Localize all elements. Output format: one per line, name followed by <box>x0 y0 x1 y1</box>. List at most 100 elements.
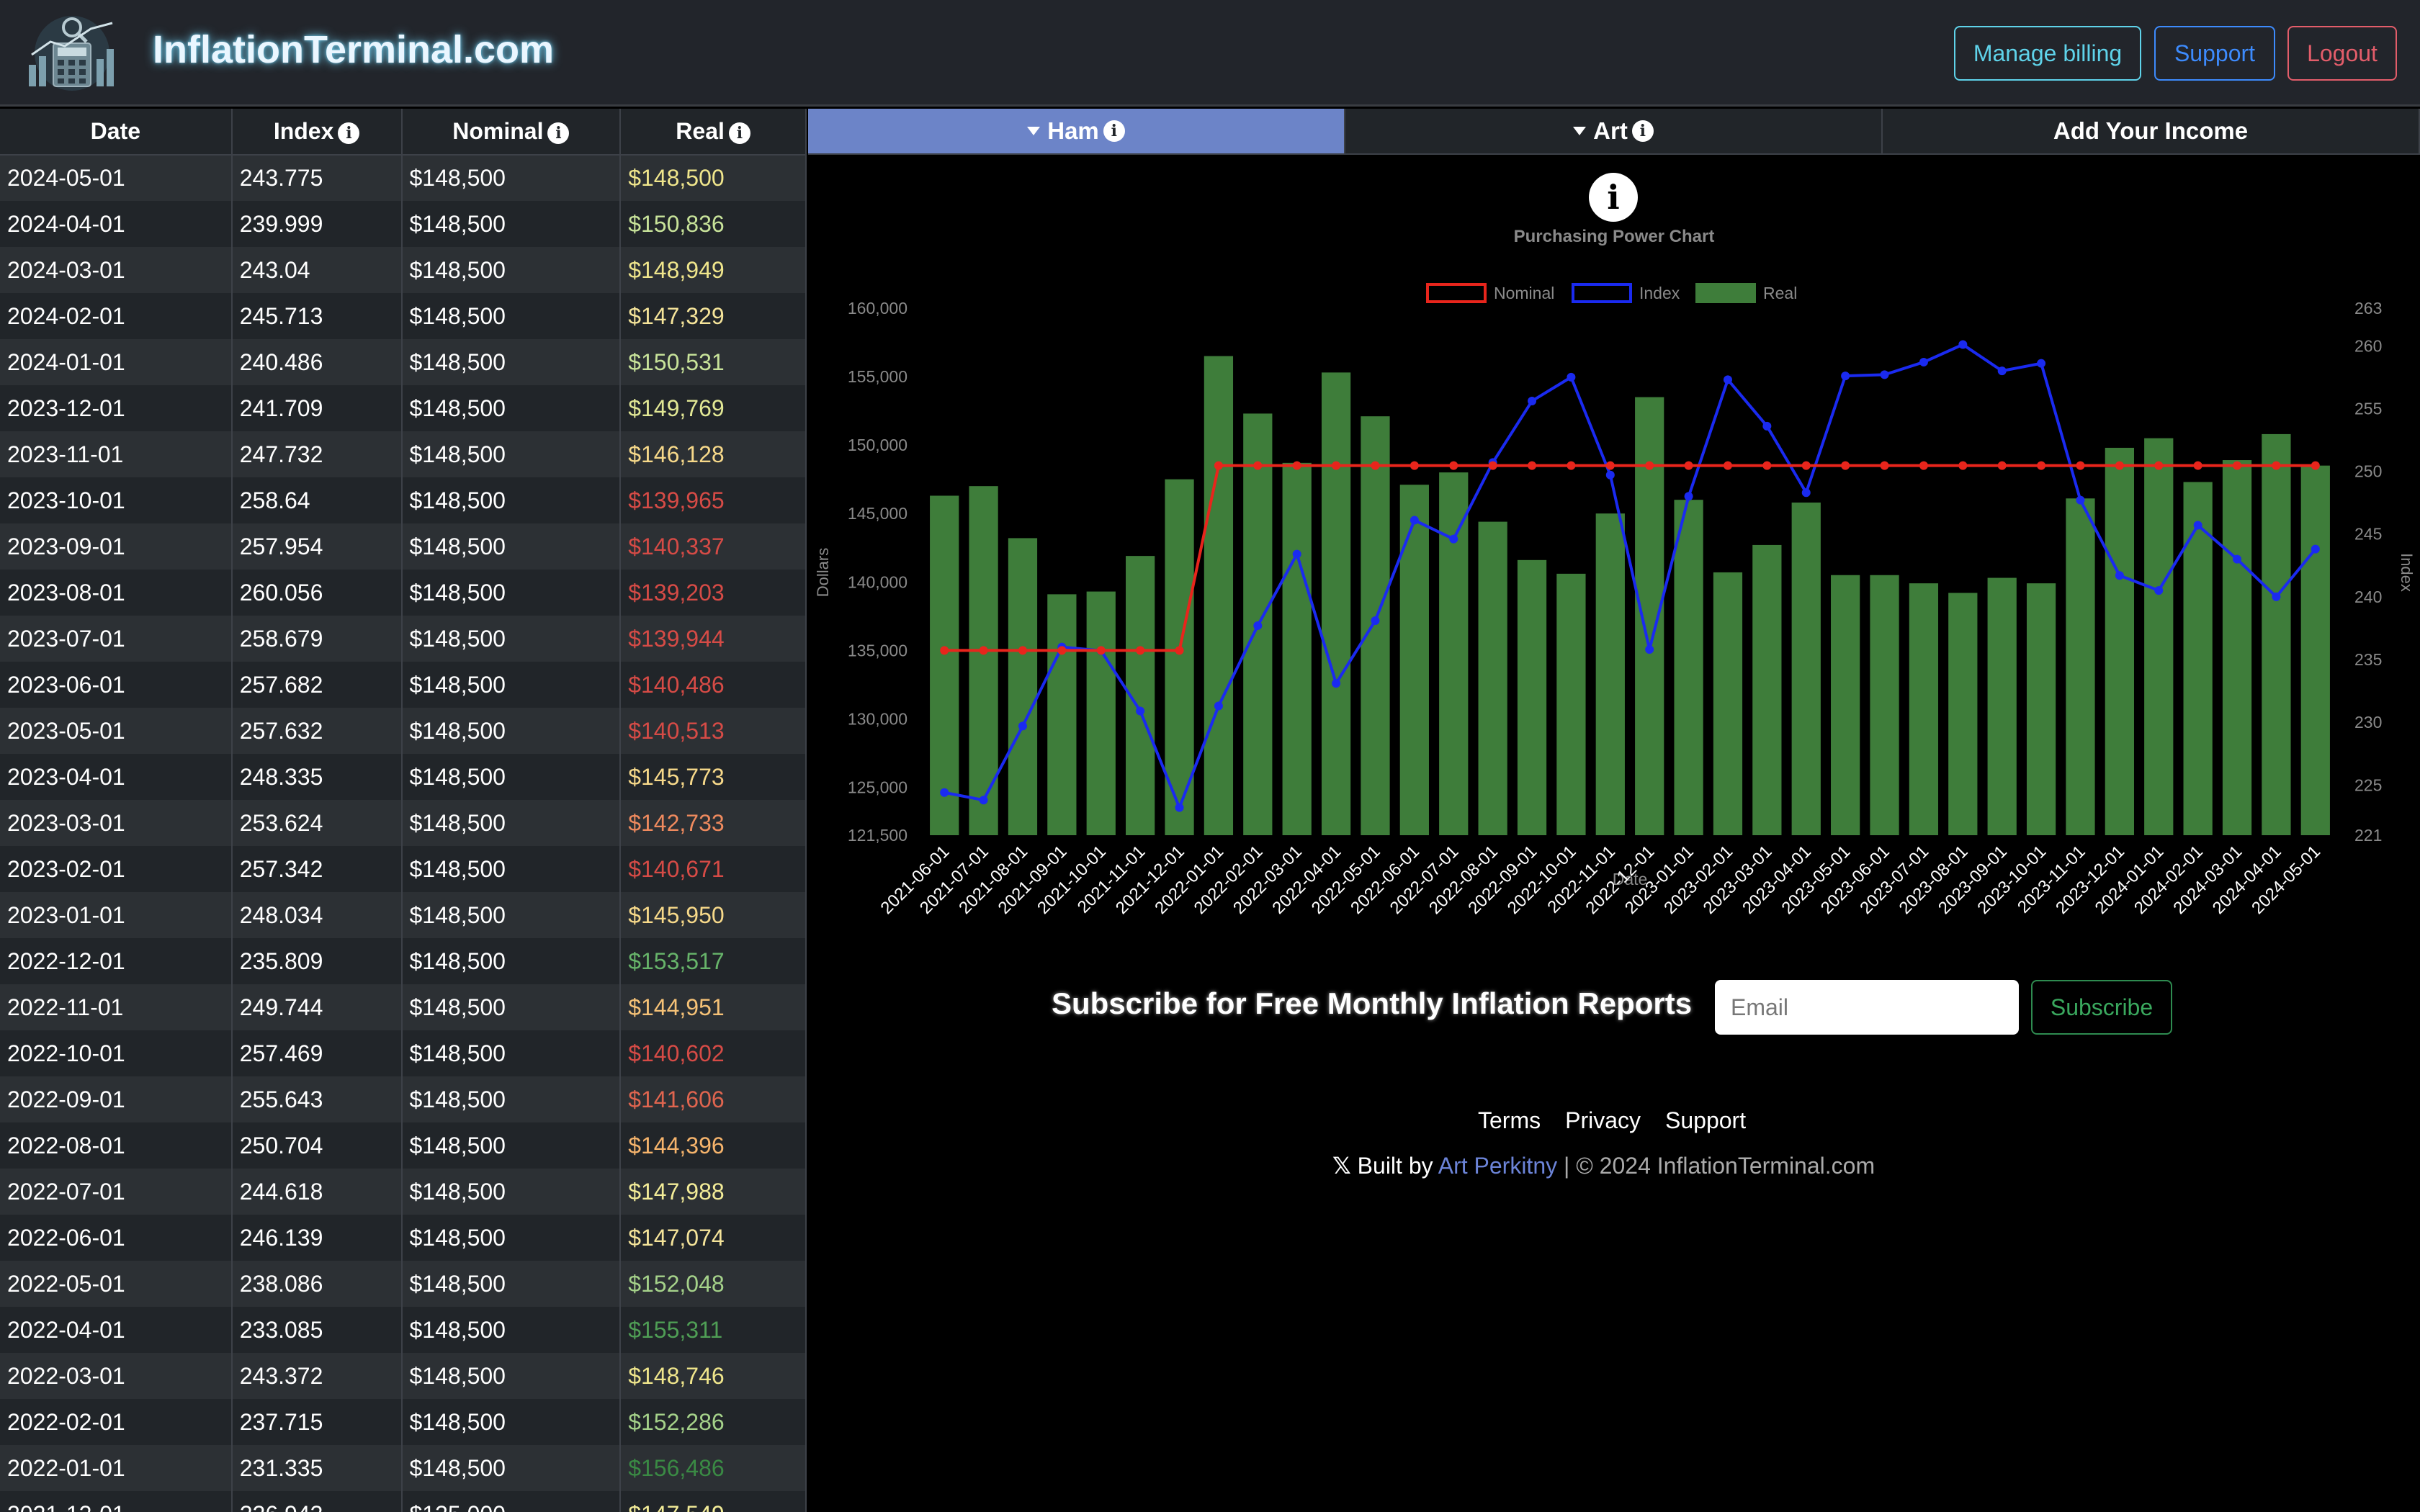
table-row[interactable]: 2022-02-01 237.715 $148,500 $152,286 <box>0 1399 807 1445</box>
email-input[interactable] <box>1715 980 2019 1035</box>
table-row[interactable]: 2023-07-01 258.679 $148,500 $139,944 <box>0 616 807 662</box>
cell-index: 249.744 <box>231 984 403 1030</box>
calculator-logo-icon[interactable] <box>22 14 122 92</box>
cell-date: 2024-02-01 <box>0 293 233 339</box>
cell-date: 2022-05-01 <box>0 1261 233 1307</box>
table-row[interactable]: 2023-01-01 248.034 $148,500 $145,950 <box>0 892 807 938</box>
table-row[interactable]: 2023-05-01 257.632 $148,500 $140,513 <box>0 708 807 754</box>
table-row[interactable]: 2023-02-01 257.342 $148,500 $140,671 <box>0 846 807 892</box>
table-row[interactable]: 2022-10-01 257.469 $148,500 $140,602 <box>0 1030 807 1076</box>
cell-index: 244.618 <box>231 1169 403 1215</box>
cell-nominal: $135,000 <box>401 1491 622 1512</box>
info-icon[interactable]: i <box>1103 120 1125 142</box>
logout-button[interactable]: Logout <box>2287 26 2397 81</box>
caret-down-icon <box>1027 127 1041 135</box>
cell-date: 2022-03-01 <box>0 1353 233 1399</box>
table-row[interactable]: 2022-01-01 231.335 $148,500 $156,486 <box>0 1445 807 1491</box>
cell-nominal: $148,500 <box>401 1122 622 1169</box>
header-real-label: Real <box>676 118 725 144</box>
tab-add-your-income[interactable]: Add Your Income <box>1883 109 2420 155</box>
cell-nominal: $148,500 <box>401 984 622 1030</box>
table-row[interactable]: 2023-10-01 258.64 $148,500 $139,965 <box>0 477 807 523</box>
cell-date: 2024-05-01 <box>0 155 233 201</box>
bar-real <box>2144 438 2174 835</box>
index-point <box>1136 706 1145 716</box>
support-button[interactable]: Support <box>2154 26 2275 81</box>
manage-billing-button[interactable]: Manage billing <box>1954 26 2141 81</box>
nominal-point <box>1919 461 1928 470</box>
footer-link-support[interactable]: Support <box>1665 1107 1746 1134</box>
cell-real: $152,048 <box>620 1261 807 1307</box>
table-row[interactable]: 2022-03-01 243.372 $148,500 $148,746 <box>0 1353 807 1399</box>
bar-real <box>2066 498 2095 835</box>
cell-nominal: $148,500 <box>401 477 622 523</box>
table-row[interactable]: 2024-01-01 240.486 $148,500 $150,531 <box>0 339 807 385</box>
footer-link-terms[interactable]: Terms <box>1478 1107 1541 1134</box>
nominal-point <box>1605 461 1615 470</box>
table-row[interactable]: 2022-09-01 255.643 $148,500 $141,606 <box>0 1076 807 1122</box>
table-row[interactable]: 2024-05-01 243.775 $148,500 $148,500 <box>0 155 807 201</box>
cell-nominal: $148,500 <box>401 293 622 339</box>
bar-real <box>2262 433 2291 835</box>
table-row[interactable]: 2023-08-01 260.056 $148,500 $139,203 <box>0 570 807 616</box>
bar-real <box>1361 416 1390 835</box>
info-icon[interactable]: i <box>728 122 750 144</box>
cell-index: 257.682 <box>231 662 403 708</box>
header-nominal-label: Nominal <box>452 118 544 144</box>
index-point <box>1528 396 1537 405</box>
x-logo-icon[interactable]: 𝕏 <box>1332 1153 1351 1179</box>
table-row[interactable]: 2023-03-01 253.624 $148,500 $142,733 <box>0 800 807 846</box>
table-row[interactable]: 2022-08-01 250.704 $148,500 $144,396 <box>0 1122 807 1169</box>
table-row[interactable]: 2023-06-01 257.682 $148,500 $140,486 <box>0 662 807 708</box>
header-real[interactable]: Real i <box>620 109 807 156</box>
info-icon[interactable]: i <box>547 122 570 144</box>
info-icon[interactable]: i <box>338 122 360 144</box>
table-row[interactable]: 2024-04-01 239.999 $148,500 $150,836 <box>0 201 807 247</box>
site-title[interactable]: InflationTerminal.com <box>153 27 554 72</box>
tab-ham[interactable]: Ham i <box>808 109 1345 155</box>
chart-canvas[interactable]: Nominal Index Real 160,000 155,000 150,000 145… <box>808 155 2420 947</box>
subscribe-button[interactable]: Subscribe <box>2031 980 2172 1035</box>
nominal-point <box>1057 646 1067 655</box>
table-row[interactable]: 2022-05-01 238.086 $148,500 $152,048 <box>0 1261 807 1307</box>
inflation-table-container[interactable]: Date Index i Nominal i Real i 2024-05-01 243… <box>0 109 807 1512</box>
cell-index: 235.809 <box>231 938 403 984</box>
table-row[interactable]: 2023-04-01 248.335 $148,500 $145,773 <box>0 754 807 800</box>
cell-nominal: $148,500 <box>401 339 622 385</box>
table-row[interactable]: 2024-03-01 243.04 $148,500 $148,949 <box>0 247 807 293</box>
y-tick-label: 145,000 <box>848 504 908 523</box>
cell-date: 2022-11-01 <box>0 984 233 1030</box>
table-row[interactable]: 2022-12-01 235.809 $148,500 $153,517 <box>0 938 807 984</box>
cell-index: 233.085 <box>231 1307 403 1353</box>
table-row[interactable]: 2024-02-01 245.713 $148,500 $147,329 <box>0 293 807 339</box>
table-row[interactable]: 2021-12-01226.943$135,000$147,549 <box>0 1491 807 1512</box>
table-row[interactable]: 2022-07-01 244.618 $148,500 $147,988 <box>0 1169 807 1215</box>
header-nominal[interactable]: Nominal i <box>401 109 622 156</box>
header-index[interactable]: Index i <box>231 109 403 156</box>
cell-index: 258.679 <box>231 616 403 662</box>
header-date[interactable]: Date <box>0 109 233 156</box>
cell-index: 246.139 <box>231 1215 403 1261</box>
nominal-point <box>1175 646 1184 655</box>
table-row[interactable]: 2022-11-01 249.744 $148,500 $144,951 <box>0 984 807 1030</box>
cell-date: 2022-09-01 <box>0 1076 233 1122</box>
cell-date: 2023-08-01 <box>0 570 233 616</box>
author-link[interactable]: Art Perkitny <box>1438 1153 1557 1179</box>
bar-real <box>1831 575 1860 835</box>
table-row[interactable]: 2022-04-01 233.085 $148,500 $155,311 <box>0 1307 807 1353</box>
table-row[interactable]: 2023-09-01 257.954 $148,500 $140,337 <box>0 523 807 570</box>
tab-ham-label: Ham <box>1047 117 1099 144</box>
cell-real: $140,671 <box>620 846 807 892</box>
nominal-point <box>2037 461 2046 470</box>
cell-index: 238.086 <box>231 1261 403 1307</box>
table-row[interactable]: 2022-06-01 246.139 $148,500 $147,074 <box>0 1215 807 1261</box>
table-row[interactable]: 2023-11-01 247.732 $148,500 $146,128 <box>0 431 807 477</box>
cell-index: 250.704 <box>231 1122 403 1169</box>
table-row[interactable]: 2023-12-01 241.709 $148,500 $149,769 <box>0 385 807 431</box>
tab-art[interactable]: Art i <box>1345 109 1883 155</box>
index-point <box>1801 488 1811 498</box>
cell-nominal: $148,500 <box>401 800 622 846</box>
info-icon[interactable]: i <box>1631 120 1654 142</box>
footer-link-privacy[interactable]: Privacy <box>1565 1107 1641 1134</box>
nominal-point <box>2311 461 2320 470</box>
